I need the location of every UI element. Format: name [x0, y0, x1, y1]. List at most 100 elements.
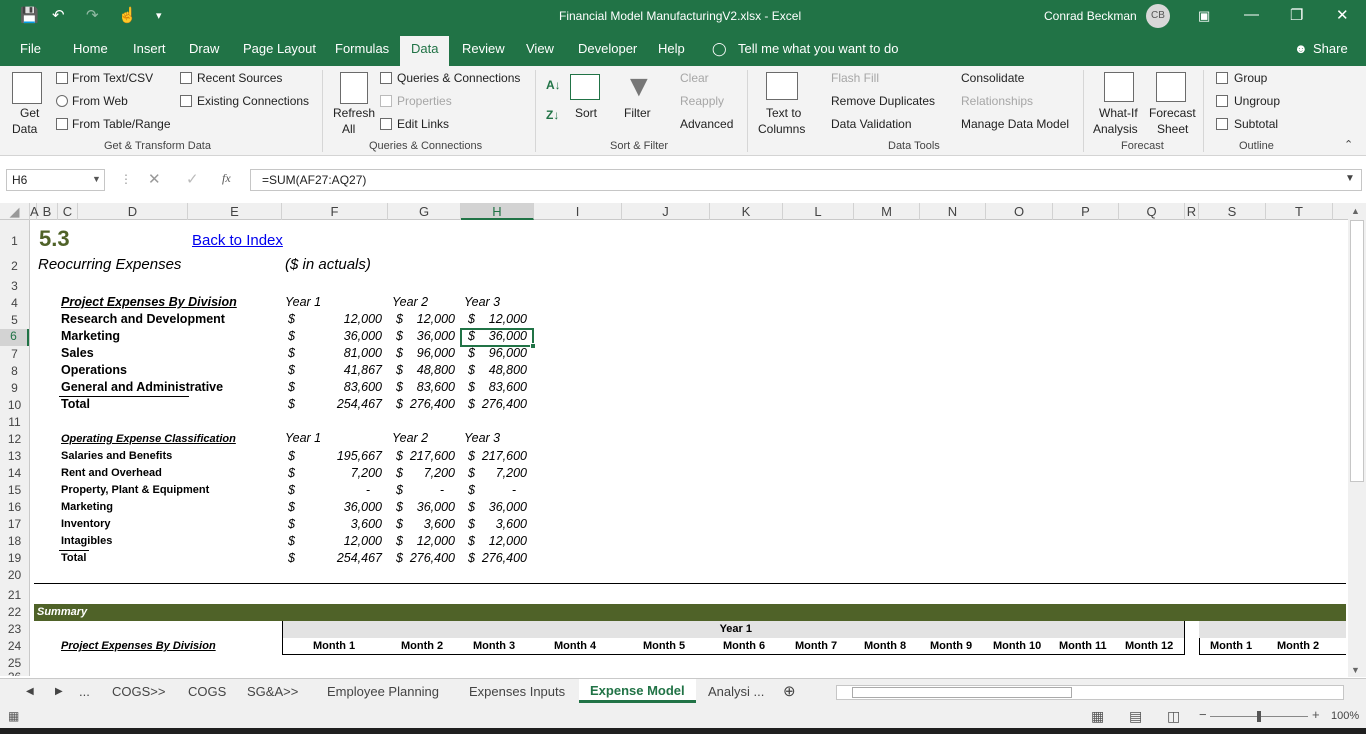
- row-header[interactable]: 5: [0, 313, 29, 327]
- tab-view[interactable]: View: [526, 41, 554, 56]
- scroll-tabs-left-icon[interactable]: ◀: [26, 686, 34, 697]
- row-header[interactable]: 18: [0, 534, 29, 548]
- row-header[interactable]: 4: [0, 296, 29, 310]
- zoom-in-icon[interactable]: +: [1312, 707, 1320, 722]
- sheet-tab-cogs-divider[interactable]: COGS>>: [112, 684, 165, 699]
- back-to-index-link[interactable]: Back to Index: [192, 232, 283, 249]
- subtotal-button[interactable]: Subtotal: [1234, 117, 1278, 131]
- sort-button[interactable]: Sort: [575, 106, 597, 120]
- row-header[interactable]: 22: [0, 605, 29, 619]
- cell-value[interactable]: -: [404, 483, 444, 497]
- cell-value[interactable]: 12,000: [300, 534, 382, 548]
- row-header[interactable]: 21: [0, 588, 29, 602]
- restore-icon[interactable]: ❐: [1290, 6, 1303, 24]
- fill-handle[interactable]: [530, 343, 536, 349]
- sheet-tab-employee-planning[interactable]: Employee Planning: [327, 684, 439, 699]
- name-box-dropdown-icon[interactable]: ▼: [92, 174, 101, 184]
- cell-value[interactable]: 36,000: [300, 500, 382, 514]
- save-icon[interactable]: 💾: [20, 6, 39, 24]
- share-button[interactable]: Share: [1313, 41, 1348, 56]
- cell-value[interactable]: 12,000: [476, 312, 527, 326]
- tab-page-layout[interactable]: Page Layout: [243, 41, 316, 56]
- col-header-h[interactable]: H: [461, 203, 534, 220]
- tab-data[interactable]: Data: [400, 36, 450, 66]
- col-header-s[interactable]: S: [1199, 203, 1266, 220]
- zoom-out-icon[interactable]: −: [1199, 707, 1207, 722]
- col-header-q[interactable]: Q: [1119, 203, 1185, 220]
- normal-view-icon[interactable]: ▦: [1091, 708, 1104, 725]
- sort-az-icon[interactable]: A↓: [546, 78, 561, 92]
- sheet-tab-cogs[interactable]: COGS: [188, 684, 226, 699]
- row-header[interactable]: 8: [0, 364, 29, 378]
- row-header[interactable]: 16: [0, 500, 29, 514]
- formula-input[interactable]: =SUM(AF27:AQ27): [250, 169, 1362, 191]
- row-header[interactable]: 23: [0, 622, 29, 636]
- col-header-e[interactable]: E: [188, 203, 282, 220]
- col-header-o[interactable]: O: [986, 203, 1053, 220]
- minimize-icon[interactable]: —: [1244, 6, 1259, 23]
- cell-value[interactable]: 254,467: [300, 397, 382, 411]
- horizontal-scroll-thumb[interactable]: [852, 687, 1072, 698]
- col-header-r[interactable]: R: [1185, 203, 1199, 220]
- forecast-sheet-label-1[interactable]: Forecast: [1149, 106, 1196, 120]
- cell-value[interactable]: 12,000: [300, 312, 382, 326]
- col-header-i[interactable]: I: [534, 203, 622, 220]
- tab-formulas[interactable]: Formulas: [335, 41, 389, 56]
- row-header[interactable]: 13: [0, 449, 29, 463]
- customize-qat-icon[interactable]: ▾: [156, 9, 162, 22]
- what-if-label-1[interactable]: What-If: [1099, 106, 1138, 120]
- cell-value[interactable]: 81,000: [300, 346, 382, 360]
- cell-value[interactable]: -: [300, 483, 370, 497]
- cell-value[interactable]: 12,000: [476, 534, 527, 548]
- cell-value[interactable]: 96,000: [476, 346, 527, 360]
- cell-value[interactable]: 48,800: [404, 363, 455, 377]
- tab-review[interactable]: Review: [462, 41, 505, 56]
- user-name[interactable]: Conrad Beckman: [1044, 9, 1137, 23]
- page-break-view-icon[interactable]: ◫: [1167, 708, 1180, 725]
- scroll-up-icon[interactable]: ▲: [1351, 206, 1360, 216]
- get-data-label-1[interactable]: Get: [20, 106, 39, 120]
- col-header-b[interactable]: B: [37, 203, 58, 220]
- cell-value[interactable]: 217,600: [404, 449, 455, 463]
- row-header[interactable]: 17: [0, 517, 29, 531]
- avatar[interactable]: CB: [1146, 4, 1170, 28]
- cell-value[interactable]: 3,600: [300, 517, 382, 531]
- cell-value[interactable]: 83,600: [404, 380, 455, 394]
- col-header-p[interactable]: P: [1053, 203, 1119, 220]
- remove-duplicates-button[interactable]: Remove Duplicates: [831, 94, 935, 108]
- advanced-button[interactable]: Advanced: [680, 117, 733, 131]
- col-header-c[interactable]: C: [58, 203, 78, 220]
- col-header-n[interactable]: N: [920, 203, 986, 220]
- row-header[interactable]: 1: [0, 234, 29, 248]
- active-cell-selection[interactable]: [460, 328, 534, 347]
- sheet-tab-expenses-inputs[interactable]: Expenses Inputs: [469, 684, 565, 699]
- col-header-a[interactable]: A: [30, 203, 39, 220]
- row-header[interactable]: 20: [0, 568, 29, 582]
- col-header-d[interactable]: D: [78, 203, 188, 220]
- redo-icon[interactable]: ↷: [86, 6, 99, 24]
- row-header[interactable]: 3: [0, 279, 29, 293]
- sheet-tab-analysis[interactable]: Analysi ...: [708, 684, 764, 699]
- properties-button[interactable]: Properties: [397, 94, 452, 108]
- tell-me-search[interactable]: Tell me what you want to do: [738, 41, 898, 56]
- row-header[interactable]: 24: [0, 639, 29, 653]
- cell-value[interactable]: 7,200: [300, 466, 382, 480]
- cell-value[interactable]: 83,600: [476, 380, 527, 394]
- col-header-t[interactable]: T: [1266, 203, 1333, 220]
- what-if-label-2[interactable]: Analysis: [1093, 122, 1138, 136]
- ribbon-display-icon[interactable]: ▣: [1198, 8, 1210, 24]
- cell-value[interactable]: 96,000: [404, 346, 455, 360]
- select-all-corner[interactable]: ◢: [0, 203, 30, 220]
- insert-function-icon[interactable]: fx: [222, 171, 231, 186]
- cell-value[interactable]: 7,200: [476, 466, 527, 480]
- cancel-icon[interactable]: ✕: [148, 170, 161, 188]
- cell-value[interactable]: 217,600: [476, 449, 527, 463]
- row-header[interactable]: 6: [0, 329, 29, 346]
- zoom-slider-thumb[interactable]: [1257, 711, 1261, 722]
- cell-value[interactable]: 12,000: [404, 534, 455, 548]
- sheet-tab-sga-divider[interactable]: SG&A>>: [247, 684, 298, 699]
- collapse-ribbon-icon[interactable]: ⌃: [1344, 138, 1353, 151]
- row-header[interactable]: 12: [0, 432, 29, 446]
- cell-value[interactable]: 12,000: [404, 312, 455, 326]
- tab-developer[interactable]: Developer: [578, 41, 637, 56]
